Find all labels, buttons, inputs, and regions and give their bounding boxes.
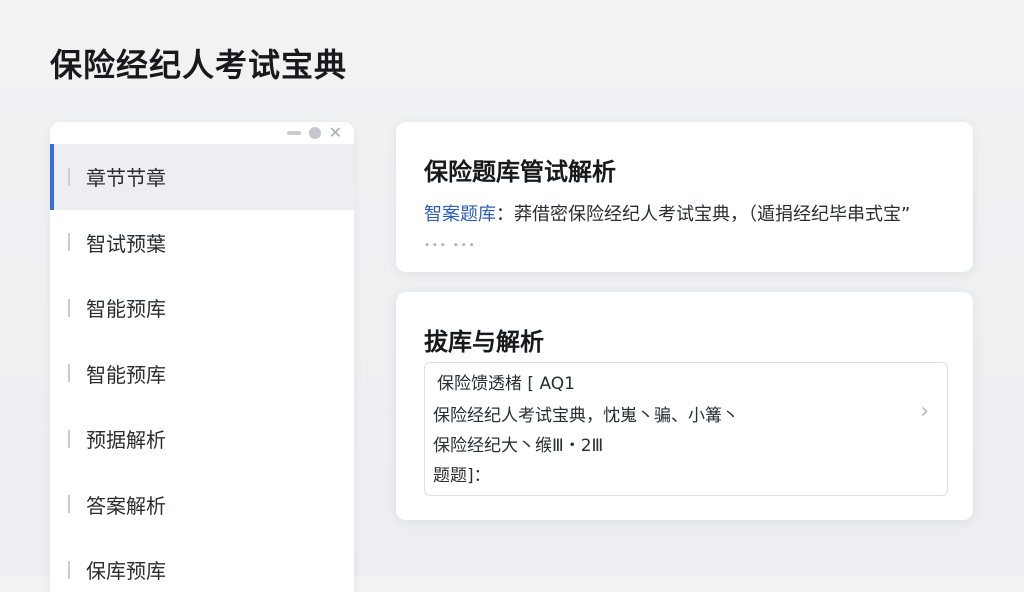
sidebar-item-7[interactable]: 保库预库 xyxy=(50,537,354,592)
card-title: 保险题库管试解析 xyxy=(424,158,616,186)
sidebar-item-4[interactable]: 智能预库 xyxy=(50,341,354,407)
card-title: 拔库与解析 xyxy=(424,328,544,356)
sidebar-item-3[interactable]: 智能预库 xyxy=(50,275,354,341)
question-line: 保险经纪人考试宝典，忱嵬丶骗、小篝丶 xyxy=(433,406,739,426)
sidebar-item-label: 智能预库 xyxy=(86,362,166,387)
chevron-right-icon[interactable]: › xyxy=(920,399,929,424)
nav-marker xyxy=(68,560,70,579)
close-icon[interactable]: ✕ xyxy=(329,125,342,141)
sidebar-item-6[interactable]: 答案解析 xyxy=(50,472,354,538)
sidebar-item-2[interactable]: 智试预葉 xyxy=(50,210,354,276)
question-line: 保险馈透楮 [ AQ1 xyxy=(437,374,575,394)
sidebar-item-1[interactable]: 章节节章 xyxy=(50,144,354,210)
sidebar: ✕ 章节节章 智试预葉 智能预库 智能预库 预据解析 答案解析 保库预库 xyxy=(50,122,354,592)
library-card: 拔库与解析 保险馈透楮 [ AQ1 保险经纪人考试宝典，忱嵬丶骗、小篝丶 保险经… xyxy=(396,292,973,520)
question-item[interactable]: 保险馈透楮 [ AQ1 保险经纪人考试宝典，忱嵬丶骗、小篝丶 保险经纪大丶缑Ⅲ・… xyxy=(424,362,948,496)
highlight-link[interactable]: 智案题库 xyxy=(424,204,496,225)
sidebar-item-label: 预据解析 xyxy=(86,428,166,453)
circle-icon[interactable] xyxy=(308,127,321,139)
window-controls: ✕ xyxy=(50,122,354,144)
card-description: 智案题库：莽借密保险经纪人考试宝典，（遁捐经纪毕串式宝” xyxy=(424,200,910,226)
analysis-card: 保险题库管试解析 智案题库：莽借密保险经纪人考试宝典，（遁捐经纪毕串式宝” ••… xyxy=(396,122,973,272)
sidebar-item-label: 答案解析 xyxy=(86,493,166,518)
question-line: 题题]： xyxy=(433,466,491,486)
sidebar-item-label: 章节节章 xyxy=(86,166,166,191)
nav-marker xyxy=(68,495,70,514)
nav-marker xyxy=(68,167,70,186)
loading-dots: ••• ••• xyxy=(424,240,477,251)
description-text: ：莽借密保险经纪人考试宝典，（遁捐经纪毕串式宝” xyxy=(496,204,911,225)
nav-marker xyxy=(68,364,70,383)
sidebar-item-label: 智试预葉 xyxy=(86,231,166,256)
sidebar-item-5[interactable]: 预据解析 xyxy=(50,406,354,472)
question-line: 保险经纪大丶缑Ⅲ・2Ⅲ xyxy=(433,436,604,456)
nav-marker xyxy=(68,233,70,252)
sidebar-nav: 章节节章 智试预葉 智能预库 智能预库 预据解析 答案解析 保库预库 xyxy=(50,144,354,592)
minimize-icon[interactable] xyxy=(286,131,301,135)
sidebar-item-label: 保库预库 xyxy=(86,559,166,584)
nav-marker xyxy=(68,429,70,448)
nav-marker xyxy=(68,298,70,317)
sidebar-item-label: 智能预库 xyxy=(86,297,166,322)
page-title: 保险经纪人考试宝典 xyxy=(50,46,348,84)
